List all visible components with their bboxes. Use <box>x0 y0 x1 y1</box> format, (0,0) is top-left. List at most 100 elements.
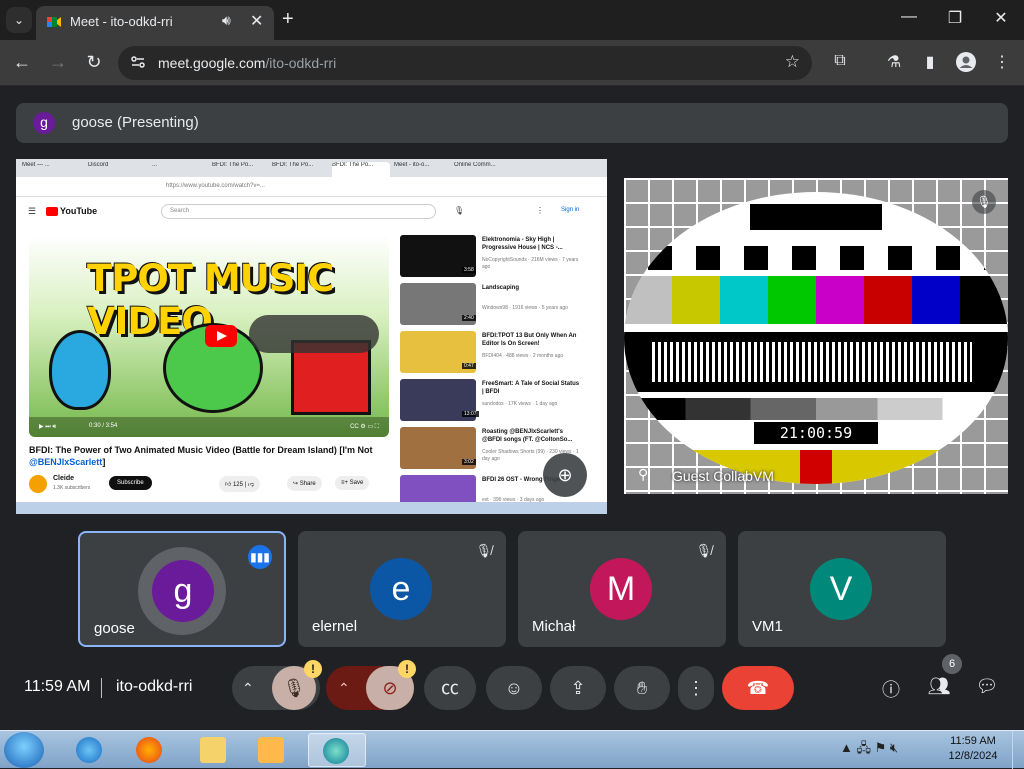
video-duration: 13:07 <box>462 411 479 417</box>
recommendation-item: Elektronomia - Sky High | Progressive Ho… <box>400 235 600 279</box>
participant-tile-guest-collabvm[interactable]: 21:00:59 🎙︎ ⚲ Guest CollabVM <box>624 178 1008 494</box>
video-player: TPOT MUSIC VIDEO ▶ ⏭ 🔊︎ 0:30 / 3:54 CC ⚙… <box>29 235 389 437</box>
labs-flask-icon[interactable]: ⚗ <box>882 52 906 72</box>
audio-level-icon: ▮▮▮ <box>248 545 272 569</box>
window-close-icon[interactable]: ✕ <box>986 8 1016 28</box>
browser-menu-icon[interactable]: ⋮ <box>990 52 1014 72</box>
browser-tab-strip: ⌄ Meet - ito-odkd-rri 🔊︎ ✕ + — ❐ ✕ <box>0 0 1024 40</box>
shared-tab: Discord <box>88 162 109 168</box>
shared-tab-active: BFDI: The Po... <box>332 162 390 177</box>
presenter-avatar: g <box>33 112 55 134</box>
internet-explorer-button[interactable] <box>64 733 116 767</box>
participant-tile-vm1[interactable]: V VM1 <box>738 531 946 647</box>
video-options-chevron-icon[interactable]: ⌃ <box>338 666 350 710</box>
extensions-icon[interactable]: ⧉ <box>828 52 852 70</box>
video-duration: 3:02 <box>462 459 476 465</box>
emoji-reaction-button[interactable]: ☺ <box>486 666 542 710</box>
tab-search-button[interactable]: ⌄ <box>6 7 32 33</box>
avatar: M <box>590 558 652 620</box>
url-text: meet.google.com/ito-odkd-rri <box>158 55 337 71</box>
youtube-header: ☰ YouTube Search 🎙︎ ⋮ Sign in <box>16 199 607 225</box>
plus-icon[interactable]: + <box>282 8 294 31</box>
system-clock[interactable]: 11:59 AM 12/8/2024 <box>944 734 1002 764</box>
player-controls: ▶ ⏭ 🔊︎ 0:30 / 3:54 CC ⚙ ▭ ⛶ <box>29 417 389 437</box>
participant-tile-goose[interactable]: g goose ▮▮▮ <box>78 531 286 647</box>
save-button: ≡+ Save <box>335 476 370 490</box>
meet-stage: g goose (Presenting) Meet — ... Discord … <box>0 86 1024 730</box>
side-panel-icon[interactable]: ▮ <box>918 52 942 72</box>
meeting-clock: 11:59 AM <box>24 678 91 695</box>
video-title: BFDI: The Power of Two Animated Music Vi… <box>29 445 373 467</box>
hamburger-icon: ☰ <box>28 206 37 216</box>
channel-subs: 1.3K subscribers <box>53 485 91 491</box>
color-bars <box>624 276 1008 324</box>
forward-arrow-icon[interactable]: → <box>46 52 70 73</box>
video-overlay-controls <box>249 315 379 353</box>
channel-name: Cleide <box>53 475 75 482</box>
shared-tab: ... <box>152 162 158 168</box>
participant-name: Michał <box>532 618 576 635</box>
presenting-label: goose (Presenting) <box>72 114 199 131</box>
youtube-search-input: Search <box>161 204 436 219</box>
browser-toolbar: ← → ↻ meet.google.com/ito-odkd-rri ☆ ⧉ ⚗… <box>0 40 1024 86</box>
browser-tab-meet[interactable]: Meet - ito-odkd-rri 🔊︎ ✕ <box>36 6 274 40</box>
recommendation-item: FreeSmart: A Tale of Social Status | BFD… <box>400 379 600 423</box>
people-icon[interactable]: 👥︎ <box>926 676 952 697</box>
youtube-play-icon <box>205 325 237 347</box>
minimize-icon[interactable]: — <box>894 8 924 26</box>
meeting-info-icon[interactable]: ⓘ <box>878 676 904 702</box>
video-duration: 2:40 <box>462 315 476 321</box>
test-card-clock: 21:00:59 <box>754 422 878 444</box>
site-info-icon[interactable] <box>130 54 146 70</box>
meeting-code: ito-odkd-rri <box>116 678 193 695</box>
more-options-button[interactable]: ⋮ <box>678 666 714 710</box>
start-button[interactable] <box>4 732 44 768</box>
share-button: ↪ Share <box>287 476 322 491</box>
system-tray[interactable]: ▲ 🖧 ⚑ 🔇︎ <box>840 739 898 761</box>
profile-avatar-icon[interactable] <box>954 52 978 77</box>
raise-hand-button[interactable]: ✋︎ <box>614 666 670 710</box>
restore-icon[interactable]: ❐ <box>940 8 970 28</box>
mic-icon: 🎙︎ <box>454 206 465 215</box>
participant-tile-elernel[interactable]: e elernel 🎙︎̸ <box>298 531 506 647</box>
chat-icon[interactable]: 💬︎ <box>974 676 1000 697</box>
close-icon[interactable]: ✕ <box>250 11 263 31</box>
channel-row: Cleide 1.3K subscribers Subscribe 👍︎ 125… <box>29 473 389 497</box>
shared-taskbar <box>16 502 607 514</box>
channel-avatar <box>29 475 47 493</box>
more-icon: ⋮ <box>536 206 544 215</box>
windows-taskbar: ▲ 🖧 ⚑ 🔇︎ 11:59 AM 12/8/2024 <box>0 730 1024 769</box>
pin-icon[interactable]: ⚲ <box>638 466 648 483</box>
camera-warning-badge: ! <box>398 660 416 678</box>
video-duration: 0:47 <box>462 363 476 369</box>
recommendation-item: Landscaping Windows98 · 1916 views · 5 y… <box>400 283 600 327</box>
video-duration: 3:58 <box>462 267 476 273</box>
shared-browser-tabs: Meet — ... Discord ... BFDI: The Po... B… <box>16 159 607 177</box>
present-screen-button[interactable]: ⇪ <box>550 666 606 710</box>
people-count-badge: 6 <box>942 654 962 674</box>
participant-name: Guest CollabVM <box>672 468 774 484</box>
shared-screen[interactable]: Meet — ... Discord ... BFDI: The Po... B… <box>16 159 607 514</box>
show-desktop-button[interactable] <box>1012 731 1024 769</box>
participant-name: goose <box>94 620 135 637</box>
bookmark-star-icon[interactable]: ☆ <box>785 52 800 72</box>
shared-tab: Meet - ito-o... <box>394 162 430 168</box>
zoom-in-icon[interactable]: ⊕ <box>543 453 587 497</box>
media-player-button[interactable] <box>246 733 298 767</box>
reload-icon[interactable]: ↻ <box>82 52 106 73</box>
edge-browser-button[interactable] <box>308 733 366 767</box>
participant-tile-michal[interactable]: M Michał 🎙︎̸ <box>518 531 726 647</box>
captions-button[interactable]: ㏄ <box>424 666 476 710</box>
leave-call-button[interactable]: ☎︎ <box>722 666 794 710</box>
audio-options-chevron-icon[interactable]: ⌃ <box>242 666 254 710</box>
shared-tab: BFDI: The Po... <box>212 162 254 168</box>
sign-in-button: Sign in <box>561 207 580 213</box>
address-bar[interactable]: meet.google.com/ito-odkd-rri ☆ <box>118 46 812 80</box>
meet-favicon-icon <box>47 17 61 27</box>
firefox-button[interactable] <box>124 733 176 767</box>
tab-title: Meet - ito-odkd-rri <box>70 14 173 29</box>
file-explorer-button[interactable] <box>188 733 240 767</box>
back-arrow-icon[interactable]: ← <box>10 52 34 73</box>
speaker-icon[interactable]: 🔊︎ <box>222 12 231 29</box>
shared-tab: BFDI: The Po... <box>272 162 314 168</box>
